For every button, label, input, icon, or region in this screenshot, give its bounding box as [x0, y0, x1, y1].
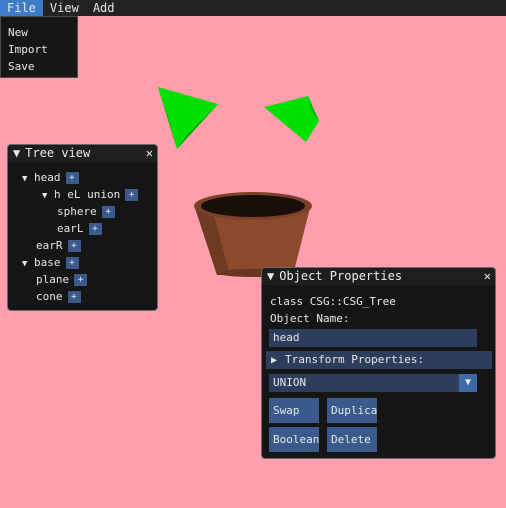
tree-node-earL[interactable]: earL +: [57, 222, 102, 236]
left-ear-shape: [158, 87, 218, 149]
menu-item-save[interactable]: Save: [1, 58, 77, 75]
menu-add[interactable]: Add: [86, 0, 122, 16]
menu-item-new[interactable]: New: [1, 24, 77, 41]
add-child-button[interactable]: +: [67, 240, 81, 252]
menu-file[interactable]: File: [0, 0, 43, 16]
collapse-arrow-icon[interactable]: ▼: [267, 269, 274, 283]
expand-arrow-icon[interactable]: ▼: [22, 257, 34, 271]
tree-view-window: ▼ Tree view ✕ ▼ head + ▼ h eL union + sphere +…: [7, 144, 158, 311]
tree-node-cone[interactable]: cone +: [36, 290, 81, 304]
tree-view-title: Tree view: [25, 146, 91, 160]
object-properties-title: Object Properties: [279, 269, 403, 283]
tree-node-head[interactable]: ▼ head +: [22, 171, 79, 185]
menu-bar: File View Add: [0, 0, 506, 16]
menu-item-import[interactable]: Import: [1, 41, 77, 58]
close-icon[interactable]: ✕: [146, 145, 153, 162]
file-menu-dropdown: New Import Save: [0, 16, 78, 78]
swap-button[interactable]: Swap: [269, 398, 319, 423]
add-child-button[interactable]: +: [65, 257, 79, 269]
menu-view[interactable]: View: [43, 0, 86, 16]
tree-node-sphere[interactable]: sphere +: [57, 205, 115, 219]
expand-arrow-icon[interactable]: ▼: [22, 172, 34, 186]
object-properties-titlebar[interactable]: ▼ Object Properties ✕: [262, 268, 495, 285]
add-child-button[interactable]: +: [101, 206, 115, 218]
tree-node-base[interactable]: ▼ base +: [22, 256, 79, 270]
transform-properties-header[interactable]: ▶ Transform Properties:: [266, 351, 492, 369]
object-name-input[interactable]: head: [269, 329, 477, 347]
add-child-button[interactable]: +: [67, 291, 81, 303]
tree-node-union[interactable]: ▼ h eL union +: [42, 188, 139, 203]
right-ear-shape: [264, 96, 319, 142]
object-name-label: Object Name:: [270, 312, 350, 325]
tree-view-titlebar[interactable]: ▼ Tree view ✕: [8, 145, 157, 162]
dropdown-arrow-icon[interactable]: ▼: [459, 374, 477, 392]
tree-node-plane[interactable]: plane +: [36, 273, 88, 287]
class-label: class CSG::CSG_Tree: [270, 295, 396, 308]
tree-node-earR[interactable]: earR +: [36, 239, 81, 253]
expand-arrow-icon[interactable]: ▼: [42, 189, 54, 203]
add-child-button[interactable]: +: [88, 223, 102, 235]
collapse-arrow-icon[interactable]: ▼: [13, 146, 20, 160]
expand-right-arrow-icon: ▶: [271, 355, 278, 366]
operation-select-value: UNION: [273, 376, 307, 389]
boolean-button[interactable]: Boolean: [269, 427, 319, 452]
delete-button[interactable]: Delete: [327, 427, 377, 452]
object-properties-window: ▼ Object Properties ✕ class CSG::CSG_Tree…: [261, 267, 496, 459]
pot-shape: [194, 192, 312, 277]
operation-select[interactable]: UNION ▼: [269, 374, 477, 392]
duplicate-button[interactable]: Duplicate: [327, 398, 377, 423]
add-child-button[interactable]: +: [65, 172, 79, 184]
close-icon[interactable]: ✕: [484, 268, 491, 285]
add-child-button[interactable]: +: [125, 189, 139, 201]
add-child-button[interactable]: +: [74, 274, 88, 286]
